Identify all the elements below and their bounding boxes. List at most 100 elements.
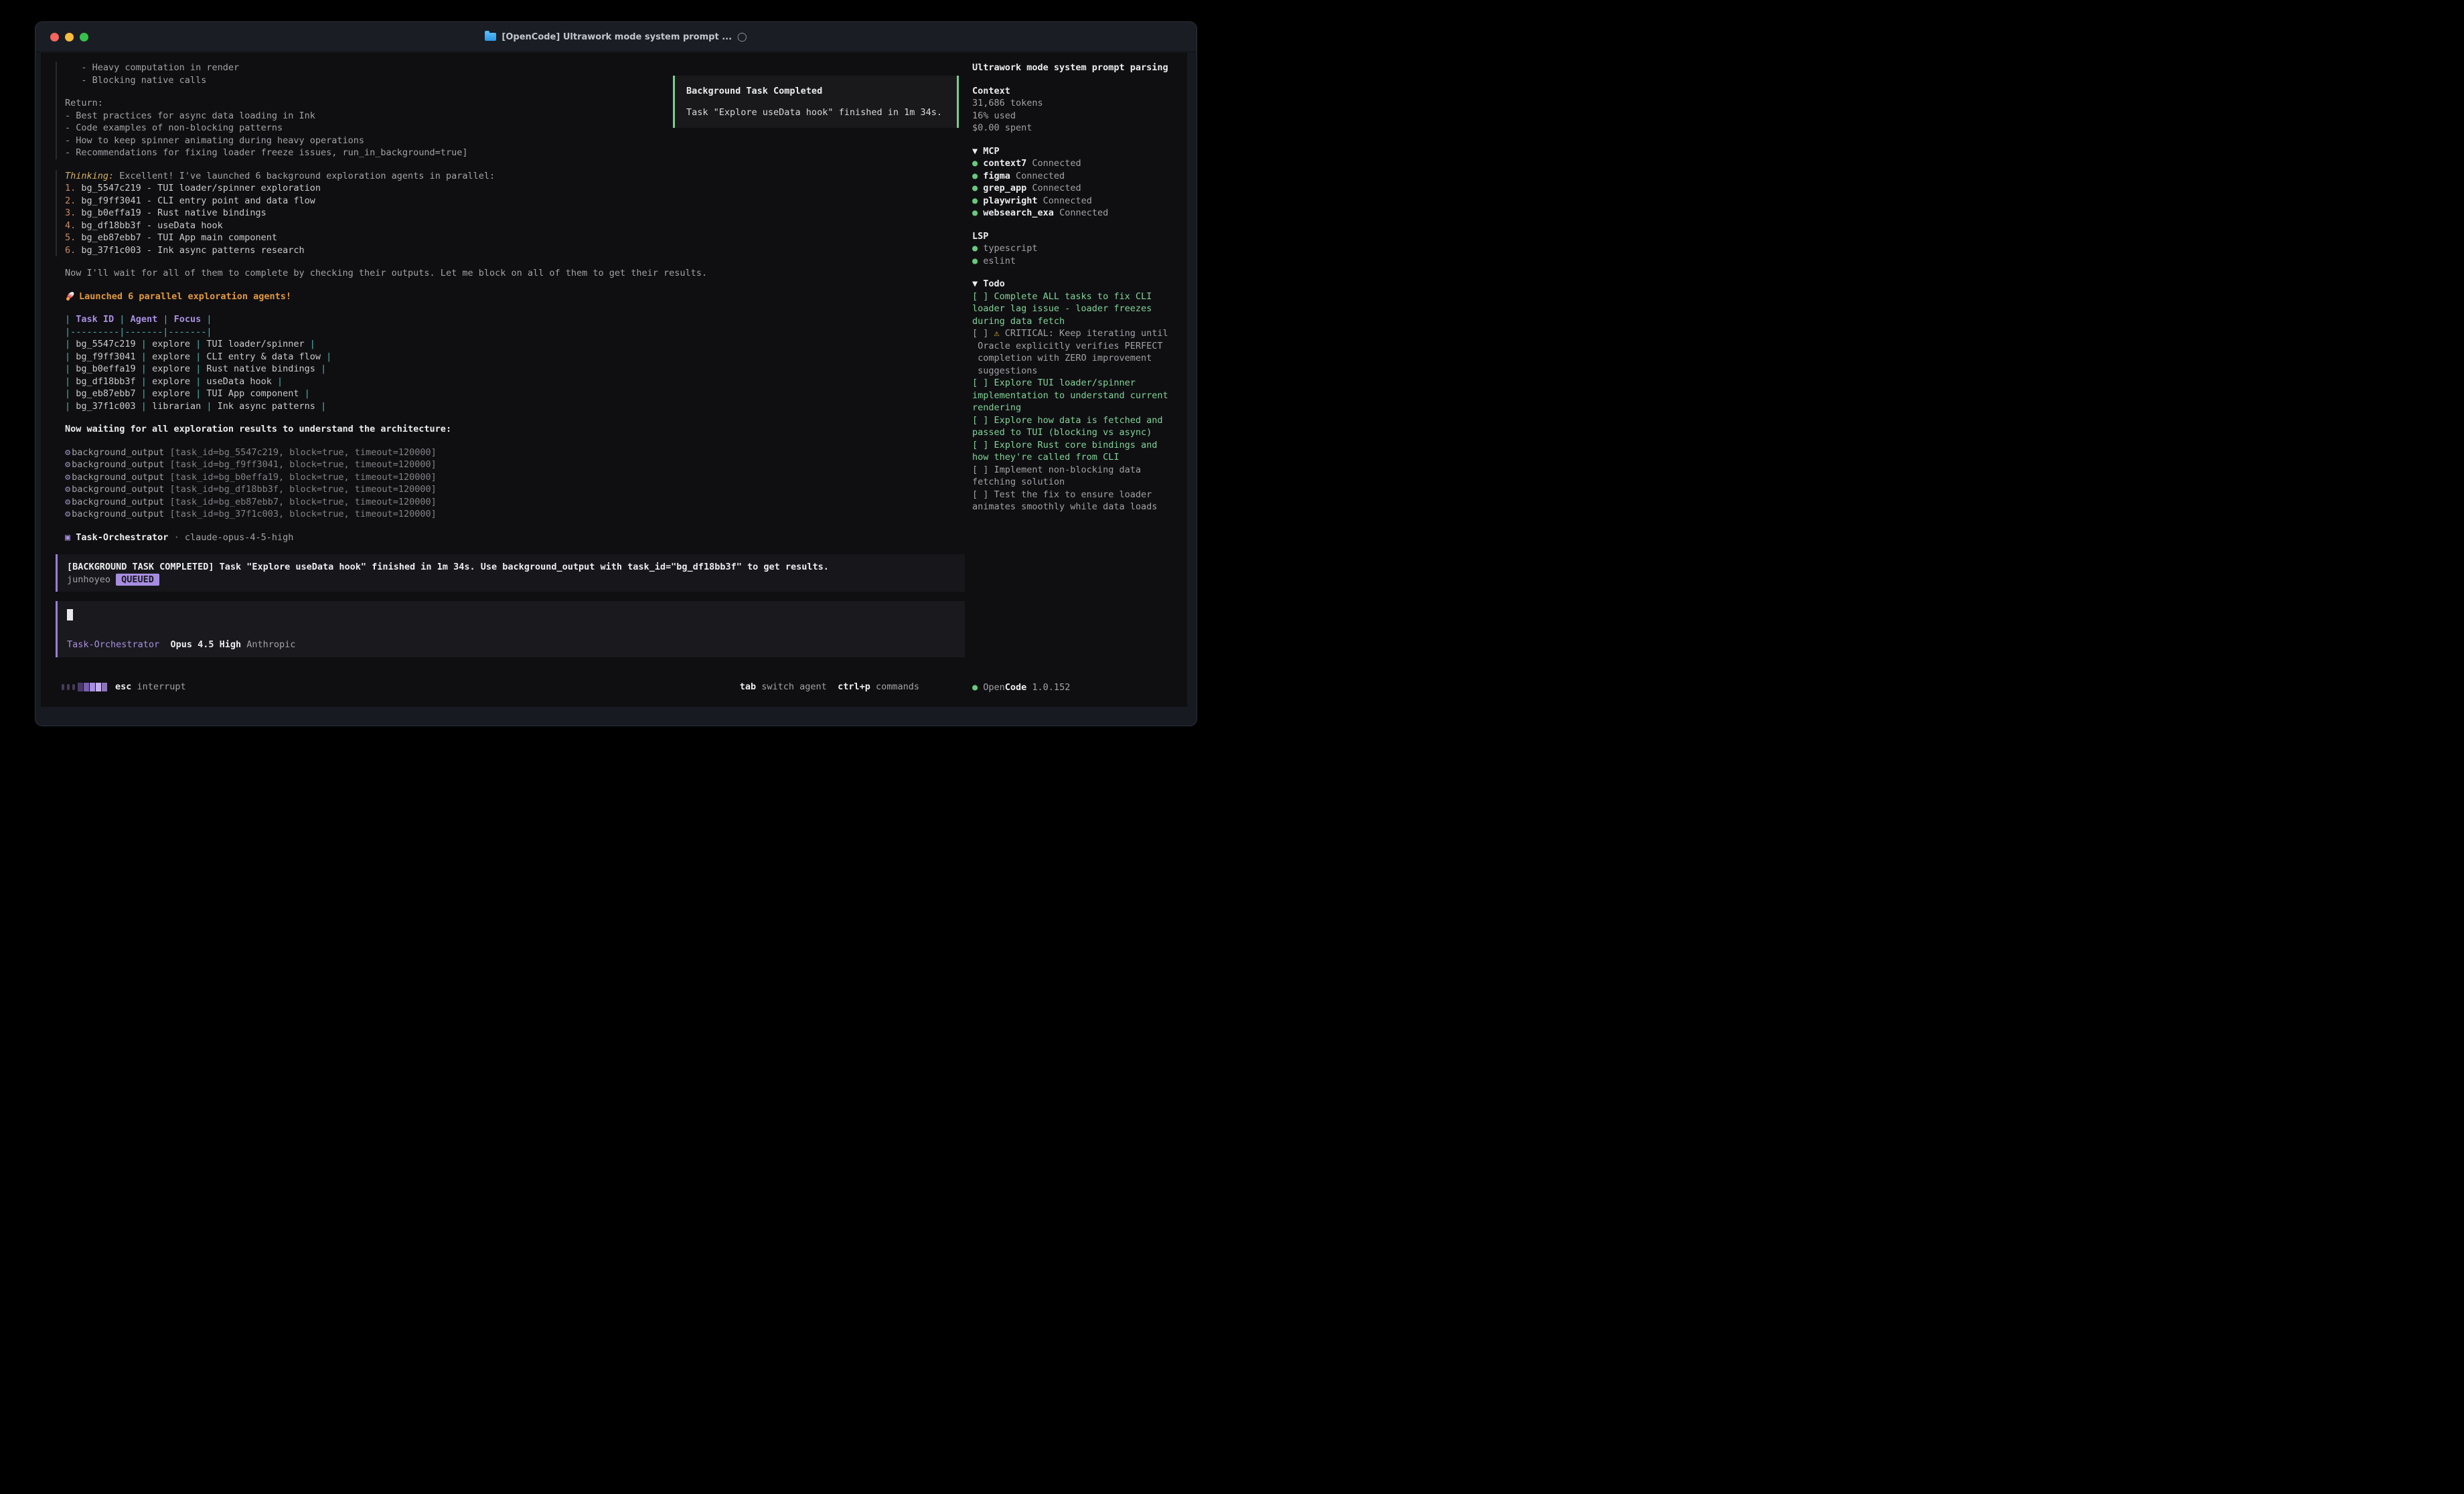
terminal-line: LSP — [972, 230, 1187, 243]
agent-icon: ▣ — [65, 532, 76, 543]
text-segment: $0.00 spent — [972, 122, 1032, 133]
sidebar-content: Ultrawork mode system prompt parsing Con… — [972, 62, 1187, 681]
window-title-group: [OpenCode] Ultrawork mode system prompt … — [485, 32, 747, 42]
terminal-line: 31,686 tokens — [972, 97, 1187, 110]
text-segment: | — [136, 351, 152, 362]
text-segment: fetching solution — [972, 477, 1065, 487]
text-segment: implementation to understand current — [972, 390, 1168, 401]
text-segment: loader lag issue - loader freezes — [972, 303, 1152, 314]
zoom-button[interactable] — [80, 33, 88, 42]
text-segment: Task ID — [76, 314, 114, 325]
terminal-line: passed to TUI (blocking vs async) — [972, 426, 1187, 439]
terminal-line: Now waiting for all exploration results … — [65, 423, 965, 436]
conversation-scroll-area[interactable]: - Heavy computation in render - Blocking… — [41, 62, 965, 672]
terminal-line: completion with ZERO improvement — [972, 352, 1187, 365]
text-segment: bg_df18bb3f — [76, 376, 135, 387]
text-segment: [task_id=bg_37f1c003, block=true, timeou… — [169, 509, 436, 519]
status-dot-icon: ● — [972, 256, 983, 266]
text-segment: [task_id=bg_5547c219, block=true, timeou… — [169, 447, 436, 458]
app-background: [OpenCode] Ultrawork mode system prompt … — [0, 0, 1232, 747]
terminal-line: [ ] Complete ALL tasks to fix CLI — [972, 290, 1187, 303]
gear-icon: ⚙ — [65, 509, 70, 519]
status-dot-icon: ● — [972, 171, 983, 181]
text-segment: context7 — [983, 158, 1026, 169]
text-segment: Opus 4.5 High — [170, 639, 241, 650]
text-segment: - Best practices for async data loading … — [65, 110, 315, 121]
text-segment: Thinking: — [65, 171, 114, 181]
terminal-line: [ ] Implement non-blocking data — [972, 464, 1187, 477]
text-segment: bg_eb87ebb7 - TUI App main component — [81, 232, 277, 243]
minimize-button[interactable] — [65, 33, 74, 42]
terminal-line: ▣ Task-Orchestrator · claude-opus-4-5-hi… — [65, 531, 965, 544]
toast-body: Task "Explore useData hook" finished in … — [686, 106, 950, 119]
text-segment: LSP — [972, 231, 988, 242]
text-segment: - Blocking native calls — [65, 75, 206, 86]
close-button[interactable] — [50, 33, 59, 42]
terminal-line: [ ] Test the fix to ensure loader — [972, 489, 1187, 501]
text-segment: Task-Orchestrator — [67, 639, 159, 650]
text-segment: background_output — [72, 459, 169, 470]
notification-toast: Background Task Completed Task "Explore … — [673, 76, 959, 128]
text-segment: passed to TUI (blocking vs async) — [972, 427, 1152, 438]
terminal-line: 3. bg_b0effa19 - Rust native bindings — [65, 207, 965, 220]
version-footer: ● OpenCode 1.0.152 — [972, 681, 1187, 694]
text-segment: | — [190, 363, 206, 374]
gear-icon: ⚙ — [65, 484, 70, 495]
status-bar: esc interrupt tab switch agent ctrl+p co… — [41, 680, 965, 693]
text-segment: Rust native bindings — [206, 363, 315, 374]
terminal-line: [BACKGROUND TASK COMPLETED] Task "Explor… — [67, 561, 955, 574]
text-segment: | — [65, 388, 76, 399]
text-segment: useData hook — [206, 376, 272, 387]
text-segment: | — [157, 314, 173, 325]
text-segment: Excellent! I've launched 6 background ex… — [114, 171, 495, 181]
terminal-line: 16% used — [972, 110, 1187, 122]
text-segment: | — [190, 339, 206, 349]
text-segment: 3. — [65, 208, 81, 218]
text-segment: Connected — [1038, 195, 1092, 206]
activity-spinner — [62, 683, 107, 691]
text-segment: CRITICAL: Keep iterating until — [1000, 328, 1168, 339]
terminal-line: 6. bg_37f1c003 - Ink async patterns rese… — [65, 244, 965, 257]
text-segment: switch agent — [756, 681, 827, 692]
text-segment: bg_37f1c003 - Ink async patterns researc… — [81, 245, 304, 256]
terminal-line: [ ] Explore how data is fetched and — [972, 414, 1187, 427]
text-segment: Return: — [65, 98, 103, 108]
terminal-line: | Task ID | Agent | Focus | — [65, 313, 965, 326]
agent-selector-row[interactable]: Task-Orchestrator Opus 4.5 High Anthropi… — [67, 639, 955, 651]
status-dot-icon: ● — [972, 682, 983, 693]
prompt-input-box[interactable]: Task-Orchestrator Opus 4.5 High Anthropi… — [56, 601, 965, 657]
text-segment: Now waiting for all exploration results … — [65, 424, 451, 434]
terminal-line: Now I'll wait for all of them to complet… — [65, 267, 965, 280]
mcp-section-toggle[interactable]: ▼ MCP — [972, 145, 1187, 158]
session-title: Ultrawork mode system prompt parsing — [972, 62, 1187, 74]
text-segment: - How to keep spinner animating during h… — [65, 135, 364, 146]
terminal-line: ● eslint — [972, 255, 1187, 268]
terminal-line: Ultrawork mode system prompt parsing — [972, 62, 1187, 74]
terminal-line: ▼ MCP — [972, 145, 1187, 158]
text-segment: 4. — [65, 220, 81, 231]
rocket-icon — [65, 291, 76, 301]
text-segment: commands — [870, 681, 919, 692]
terminal-line: $0.00 spent — [972, 122, 1187, 135]
terminal-line: how they're called from CLI — [972, 451, 1187, 464]
text-segment: bg_f9ff3041 - CLI entry point and data f… — [81, 195, 315, 206]
text-segment: [ ] Explore Rust core bindings and — [972, 440, 1157, 450]
text-segment: CLI entry & data flow — [206, 351, 321, 362]
background-task-message-box: [BACKGROUND TASK COMPLETED] Task "Explor… — [56, 554, 965, 592]
text-segment: explore — [152, 376, 190, 387]
todo-section-toggle[interactable]: ▼ Todo — [972, 278, 1187, 290]
text-segment: bg_5547c219 — [76, 339, 135, 349]
folder-icon — [485, 33, 496, 41]
text-segment: bg_b0effa19 — [76, 363, 135, 374]
sidebar: Ultrawork mode system prompt parsing Con… — [965, 53, 1187, 707]
text-segment: | — [299, 388, 310, 399]
text-segment: | — [190, 388, 206, 399]
text-segment: | — [65, 363, 76, 374]
text-segment: explore — [152, 351, 190, 362]
text-segment: | — [136, 376, 152, 387]
text-segment: Connected — [1026, 158, 1081, 169]
agents-table: | Task ID | Agent | Focus ||---------|--… — [41, 313, 965, 412]
text-segment: [task_id=bg_df18bb3f, block=true, timeou… — [169, 484, 436, 495]
text-segment: 31,686 tokens — [972, 98, 1043, 108]
loading-circle-icon: ◯ — [737, 32, 747, 42]
